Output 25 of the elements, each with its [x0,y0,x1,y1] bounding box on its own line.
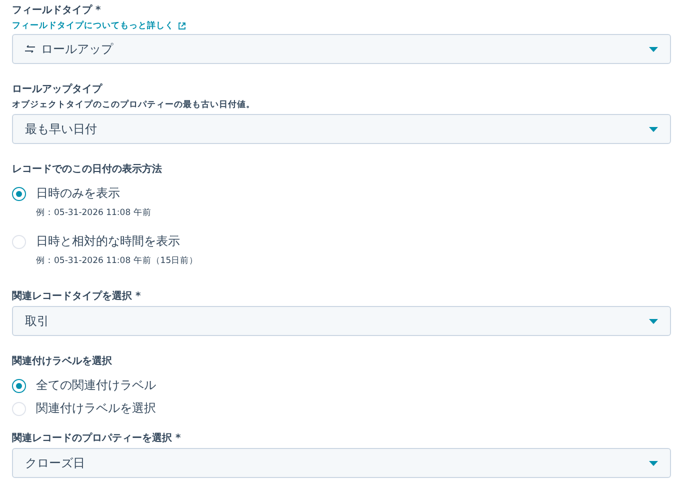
radio-option[interactable]: 日時と相対的な時間を表示 [12,233,180,250]
field-label: フィールドタイプ * [12,4,102,18]
radio-button[interactable] [12,186,26,200]
external-link-icon [178,22,186,30]
caret-icon [649,46,658,52]
caret-icon [649,126,658,132]
field-label: 関連レコードタイプを選択 * [12,290,142,304]
dropdown-select[interactable]: ロールアップ [12,34,671,64]
radio-option[interactable]: 全ての関連付けラベル [12,377,156,394]
dropdown-select[interactable]: 最も早い日付 [12,114,671,144]
field-label: レコードでのこの日付の表示方法 [12,163,163,177]
example-text: 例：05-31-2026 11:08 午前（15日前） [36,255,200,267]
field-label: 関連レコードのプロパティーを選択 * [12,432,182,446]
radio-button[interactable] [12,378,26,392]
help-text: オブジェクトタイプのこのプロパティーの最も古い日付値。 [12,99,256,111]
field-label: 関連付けラベルを選択 [12,355,113,369]
learn-more-link[interactable]: フィールドタイプについてもっと詳しく [12,20,186,32]
dropdown-select[interactable]: 取引 [12,306,671,336]
caret-icon [649,318,658,324]
dropdown-select[interactable]: クローズ日 [12,448,671,478]
caret-icon [649,460,658,466]
field-label: ロールアップタイプ [12,83,104,97]
example-text: 例：05-31-2026 11:08 午前 [36,207,152,219]
radio-option[interactable]: 関連付けラベルを選択 [12,400,156,417]
radio-option[interactable]: 日時のみを表示 [12,185,120,202]
